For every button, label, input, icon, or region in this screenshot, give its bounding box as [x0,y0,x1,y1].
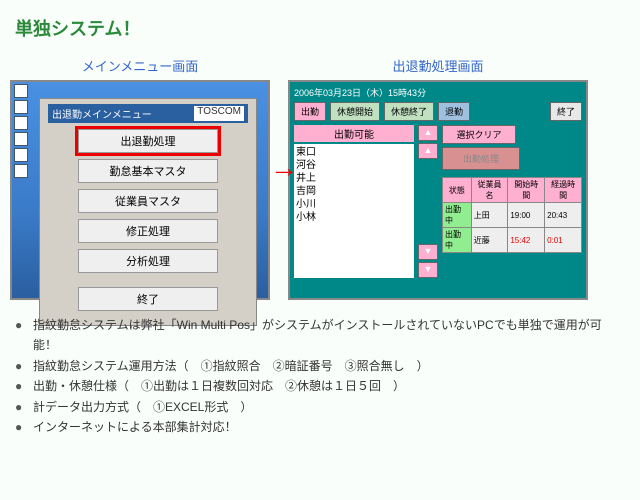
nav-up-icon[interactable]: ▲ [418,125,438,141]
table-row[interactable]: 出勤中 上田 19:00 20:43 [443,203,582,228]
main-menu-screenshot: 出退勤メインメニュー TOSCOM 出退勤処理 勤怠基本マスタ 従業員マスタ 修… [10,80,270,300]
clock-in-button[interactable]: 出勤 [294,102,326,121]
available-list-label: 出勤可能 [294,125,414,142]
cell-status: 出勤中 [443,203,472,228]
col-status: 状態 [443,178,472,203]
desktop-icon [14,84,28,98]
desktop-icon [14,116,28,130]
attendance-body: 出勤可能 東口 河谷 井上 吉岡 小川 小林 ▲ ▲ [294,125,582,278]
list-item[interactable]: 吉岡 [296,185,412,198]
nav-up-icon[interactable]: ▲ [418,143,438,159]
available-list-panel: 出勤可能 東口 河谷 井上 吉岡 小川 小林 [294,125,414,278]
desktop-icon [14,100,28,114]
attendance-label: 出退勤処理画面 [392,56,483,75]
status-table: 状態 従業員名 開始時間 経過時間 出勤中 上田 19:00 20:43 [442,177,582,253]
cell-elapsed: 0:01 [545,228,582,253]
main-menu-panel: 出退勤メインメニュー TOSCOM 出退勤処理 勤怠基本マスタ 従業員マスタ 修… [39,98,257,326]
cell-start: 15:42 [508,228,545,253]
table-header-row: 状態 従業員名 開始時間 経過時間 [443,178,582,203]
exit-button[interactable]: 終了 [550,102,582,121]
timestamp-label: 2006年03月23日（木）15時43分 [294,86,582,99]
list-item[interactable]: 河谷 [296,159,412,172]
cell-elapsed: 20:43 [545,203,582,228]
main-menu-column: メインメニュー画面 出退勤メインメニュー TOSCOM 出退勤処理 勤怠基本マス… [10,56,270,300]
break-end-button[interactable]: 休憩終了 [384,102,434,121]
desktop-icon [14,148,28,162]
desktop-icons [14,84,28,178]
list-item[interactable]: 東口 [296,146,412,159]
nav-down-group: ▼ ▼ [418,244,438,278]
bullet-item: 計データ出力方式（ ①EXCEL形式 ） [15,397,625,417]
col-start: 開始時間 [508,178,545,203]
employee-list[interactable]: 東口 河谷 井上 吉岡 小川 小林 [294,144,414,278]
exit-button[interactable]: 終了 [78,287,218,311]
page-title: 単独システム！ [15,15,630,41]
cell-name: 上田 [471,203,508,228]
screenshots-row: メインメニュー画面 出退勤メインメニュー TOSCOM 出退勤処理 勤怠基本マス… [10,56,630,300]
list-item[interactable]: 小川 [296,198,412,211]
list-item[interactable]: 小林 [296,211,412,224]
cell-name: 近藤 [471,228,508,253]
nav-down-icon[interactable]: ▼ [418,244,438,260]
bullet-item: 指紋勤怠システムは弊社「Win Multi Pos」がシステムがインストールされ… [15,315,625,356]
panel-titlebar: 出退勤メインメニュー TOSCOM [48,104,248,123]
clear-selection-button[interactable]: 選択クリア [442,125,516,144]
arrow-icon: → [270,152,298,184]
nav-down-icon[interactable]: ▼ [418,262,438,278]
break-start-button[interactable]: 休憩開始 [330,102,380,121]
process-attendance-button[interactable]: 出勤処理 [442,147,520,170]
col-elapsed: 経過時間 [545,178,582,203]
cell-status: 出勤中 [443,228,472,253]
cell-start: 19:00 [508,203,545,228]
attendance-column: 出退勤処理画面 2006年03月23日（木）15時43分 出勤 休憩開始 休憩終… [288,56,588,300]
top-button-row: 出勤 休憩開始 休憩終了 退勤 終了 [294,102,582,121]
brand-label: TOSCOM [194,106,244,121]
bullet-item: 出勤・休憩仕様（ ①出勤は１日複数回対応 ②休憩は１日５回 ） [15,376,625,396]
employee-master-button[interactable]: 従業員マスタ [78,189,218,213]
table-row[interactable]: 出勤中 近藤 15:42 0:01 [443,228,582,253]
analysis-button[interactable]: 分析処理 [78,249,218,273]
desktop-icon [14,164,28,178]
main-menu-label: メインメニュー画面 [82,56,199,75]
col-name: 従業員名 [471,178,508,203]
nav-up-group: ▲ ▲ [418,125,438,159]
bullet-item: 指紋勤怠システム運用方法（ ①指紋照合 ②暗証番号 ③照合無し ） [15,356,625,376]
attendance-master-button[interactable]: 勤怠基本マスタ [78,159,218,183]
attendance-right-panel: 選択クリア 出勤処理 状態 従業員名 開始時間 経過時間 [442,125,582,278]
attendance-screenshot: 2006年03月23日（木）15時43分 出勤 休憩開始 休憩終了 退勤 終了 … [288,80,588,300]
attendance-process-button[interactable]: 出退勤処理 [78,129,218,153]
correction-button[interactable]: 修正処理 [78,219,218,243]
list-item[interactable]: 井上 [296,172,412,185]
desktop-icon [14,132,28,146]
clock-out-button[interactable]: 退勤 [438,102,470,121]
panel-title-text: 出退勤メインメニュー [52,106,152,121]
bullet-item: インターネットによる本部集計対応！ [15,417,625,437]
feature-bullets: 指紋勤怠システムは弊社「Win Multi Pos」がシステムがインストールされ… [15,315,625,437]
